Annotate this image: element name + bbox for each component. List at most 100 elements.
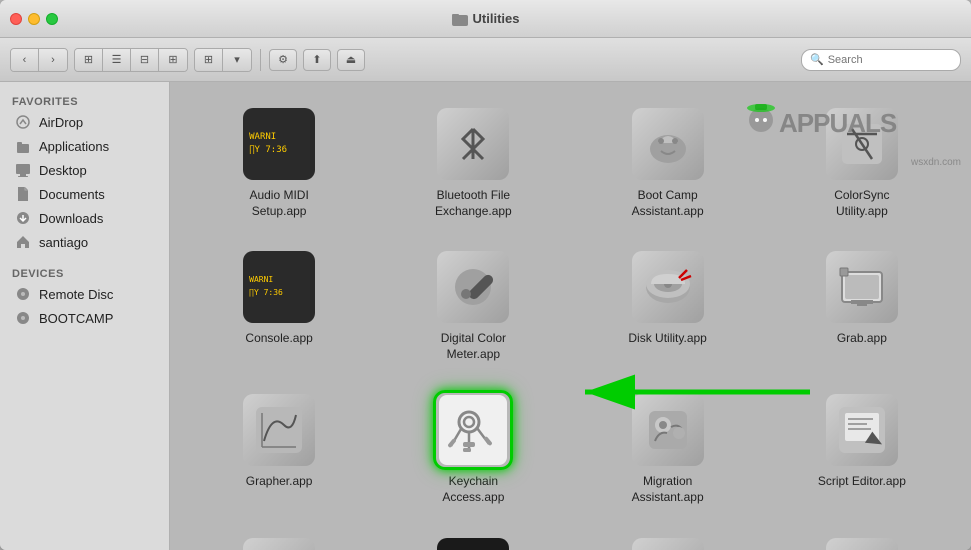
migration-label: MigrationAssistant.app <box>632 474 704 505</box>
list-item[interactable]: $ _ Terminal.app <box>380 528 566 550</box>
sidebar-item-airdrop[interactable]: AirDrop <box>4 110 165 134</box>
list-item[interactable]: VoiceOverUtility.app <box>575 528 761 550</box>
colorsync-label: ColorSyncUtility.app <box>834 188 889 219</box>
search-icon: 🔍 <box>810 53 824 66</box>
close-button[interactable] <box>10 13 22 25</box>
digital-color-wrapper <box>433 247 513 327</box>
console-wrapper: WARNI ∏Y 7:36 <box>239 247 319 327</box>
keychain-icon-wrapper <box>433 390 513 470</box>
grapher-label: Grapher.app <box>246 474 313 490</box>
list-item[interactable]: SystemInformation.app <box>186 528 372 550</box>
nav-buttons: ‹ › <box>10 48 68 72</box>
digital-color-label: Digital ColorMeter.app <box>441 331 506 362</box>
finder-window: Utilities ‹ › ⊞ ☰ ⊟ ⊞ ⊞ ▾ ⚙ ⬆ ⏏ 🔍 Favori <box>0 0 971 550</box>
share-button[interactable]: ⬆ <box>303 49 331 71</box>
downloads-label: Downloads <box>39 211 103 226</box>
list-item[interactable]: Boot CampAssistant.app <box>575 98 761 225</box>
x11-wrapper: X <box>822 534 902 550</box>
terminal-icon: $ _ <box>437 538 509 550</box>
separator-1 <box>260 49 261 71</box>
arrange-dropdown[interactable]: ▾ <box>223 49 251 71</box>
list-item[interactable]: WARNI ∏Y 7:36 Console.app <box>186 241 372 368</box>
minimize-button[interactable] <box>28 13 40 25</box>
favorites-header: Favorites <box>0 90 169 110</box>
disk-utility-icon <box>632 251 704 323</box>
santiago-label: santiago <box>39 235 88 250</box>
sidebar-item-santiago[interactable]: santiago <box>4 230 165 254</box>
applications-icon <box>14 137 32 155</box>
airdrop-icon <box>14 113 32 131</box>
migration-wrapper <box>628 390 708 470</box>
arrange-button-group: ⊞ ▾ <box>194 48 252 72</box>
back-button[interactable]: ‹ <box>11 49 39 71</box>
sidebar-item-bootcamp[interactable]: BOOTCAMP <box>4 306 165 330</box>
bootcamp-assist-label: Boot CampAssistant.app <box>632 188 704 219</box>
x11-icon: X <box>826 538 898 550</box>
arrange-button[interactable]: ⊞ <box>195 49 223 71</box>
list-item[interactable]: Grapher.app <box>186 384 372 511</box>
list-item[interactable]: Script Editor.app <box>769 384 955 511</box>
action-button[interactable]: ⚙ <box>269 49 297 71</box>
eject-button[interactable]: ⏏ <box>337 49 365 71</box>
devices-header: Devices <box>0 262 169 282</box>
watermark-sub: wsxdn.com <box>741 157 961 168</box>
search-input[interactable] <box>828 54 952 66</box>
bluetooth-label: Bluetooth FileExchange.app <box>435 188 512 219</box>
list-item[interactable]: Digital ColorMeter.app <box>380 241 566 368</box>
script-editor-label: Script Editor.app <box>818 474 906 490</box>
sidebar-item-applications[interactable]: Applications <box>4 134 165 158</box>
documents-label: Documents <box>39 187 105 202</box>
watermark: APPUALS wsxdn.com <box>741 92 961 168</box>
terminal-wrapper: $ _ <box>433 534 513 550</box>
list-item[interactable]: Disk Utility.app <box>575 241 761 368</box>
disc-icon <box>14 285 32 303</box>
list-item[interactable]: Bluetooth FileExchange.app <box>380 98 566 225</box>
list-item[interactable]: MigrationAssistant.app <box>575 384 761 511</box>
sidebar-item-documents[interactable]: Documents <box>4 182 165 206</box>
window-title: Utilities <box>452 11 520 27</box>
maximize-button[interactable] <box>46 13 58 25</box>
grapher-wrapper <box>239 390 319 470</box>
watermark-svg: APPUALS <box>741 92 961 152</box>
applications-label: Applications <box>39 139 109 154</box>
bootcamp-assist-icon <box>632 108 704 180</box>
list-item[interactable]: WARNI ∏Y 7:36 Audio MIDISetup.app <box>186 98 372 225</box>
grab-icon <box>826 251 898 323</box>
sidebar-item-remote-disc[interactable]: Remote Disc <box>4 282 165 306</box>
digital-color-icon <box>437 251 509 323</box>
remote-disc-label: Remote Disc <box>39 287 113 302</box>
folder-icon <box>452 11 468 27</box>
list-item[interactable]: Grab.app <box>769 241 955 368</box>
search-box[interactable]: 🔍 <box>801 49 961 71</box>
sidebar-item-desktop[interactable]: Desktop <box>4 158 165 182</box>
column-view-button[interactable]: ⊟ <box>131 49 159 71</box>
svg-text:APPUALS: APPUALS <box>779 108 897 138</box>
sidebar-item-downloads[interactable]: Downloads <box>4 206 165 230</box>
list-item[interactable]: X X11.app <box>769 528 955 550</box>
forward-button[interactable]: › <box>39 49 67 71</box>
main-content: Favorites AirDrop Applications Desktop <box>0 82 971 550</box>
keychain-icon <box>439 395 507 465</box>
disk-utility-wrapper <box>628 247 708 327</box>
grapher-icon <box>243 394 315 466</box>
console-icon: WARNI ∏Y 7:36 <box>243 251 315 323</box>
downloads-icon <box>14 209 32 227</box>
voiceover-wrapper <box>628 534 708 550</box>
bluetooth-icon-wrapper <box>433 104 513 184</box>
script-editor-icon <box>826 394 898 466</box>
sidebar: Favorites AirDrop Applications Desktop <box>0 82 170 550</box>
coverflow-view-button[interactable]: ⊞ <box>159 49 187 71</box>
icon-view-button[interactable]: ⊞ <box>75 49 103 71</box>
keychain-label: KeychainAccess.app <box>442 474 504 505</box>
audio-midi-icon: WARNI ∏Y 7:36 <box>243 108 315 180</box>
bluetooth-icon <box>437 108 509 180</box>
title-text: Utilities <box>473 11 520 26</box>
content-area: WARNI ∏Y 7:36 Audio MIDISetup.app Bl <box>170 82 971 550</box>
list-view-button[interactable]: ☰ <box>103 49 131 71</box>
bootcamp-icon <box>14 309 32 327</box>
keychain-access-item[interactable]: KeychainAccess.app <box>380 384 566 511</box>
titlebar: Utilities <box>0 0 971 38</box>
documents-icon <box>14 185 32 203</box>
console-label: Console.app <box>245 331 312 347</box>
system-info-icon <box>243 538 315 550</box>
